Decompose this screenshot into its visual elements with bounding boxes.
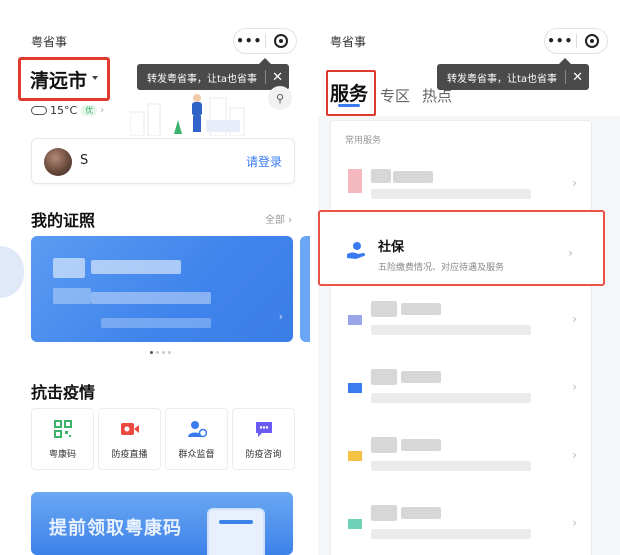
share-tooltip: 转发粤省事，让ta也省事 ✕ (437, 58, 589, 90)
blurred-content (401, 507, 441, 519)
service-icon (348, 451, 362, 461)
blurred-content (371, 369, 397, 385)
user-check-icon (166, 419, 227, 439)
chevron-right-icon: › (568, 246, 573, 260)
service-live[interactable]: 防疫直播 (98, 408, 161, 470)
blurred-content (371, 505, 397, 521)
tab-zones[interactable]: 专区 (380, 85, 410, 106)
avatar (44, 148, 72, 176)
chevron-right-icon: › (572, 448, 577, 462)
tooltip-close-icon[interactable]: ✕ (572, 70, 583, 85)
chevron-right-icon: › (100, 105, 105, 116)
list-item[interactable]: › (331, 355, 593, 421)
more-icon[interactable]: ••• (234, 34, 265, 48)
service-description: 五险缴费情况、对应待遇及服务 (378, 263, 505, 273)
chevron-right-icon: › (572, 312, 577, 326)
tooltip-divider (565, 70, 567, 84)
blurred-content (101, 318, 211, 328)
service-supervision[interactable]: 群众监督 (165, 408, 228, 470)
left-screen: 粤省事 ••• 清远市 转发粤省事，让ta也省事 ✕ 15°C 优 › ⚲ S … (0, 0, 310, 555)
blurred-content (371, 301, 397, 317)
blurred-content (401, 371, 441, 383)
city-skyline-illustration (130, 94, 245, 136)
tooltip-divider (265, 70, 267, 84)
blurred-content (371, 461, 531, 471)
close-mini-program-icon[interactable] (577, 34, 608, 48)
promo-banner[interactable]: 提前领取粤康码 (31, 492, 293, 555)
more-icon[interactable]: ••• (545, 34, 576, 48)
chat-bubble-icon (233, 419, 294, 439)
chevron-right-icon: › (572, 176, 577, 190)
common-services-list: 常用服务 › › › › › (330, 120, 592, 555)
service-title: 社保 (378, 240, 405, 255)
chevron-right-icon: › (572, 516, 577, 530)
user-name: S (80, 153, 89, 168)
banner-text: 提前领取粤康码 (49, 518, 182, 539)
tab-highlight-box (326, 70, 376, 116)
service-label: 粤康码 (48, 450, 76, 460)
chevron-right-icon: › (278, 310, 283, 323)
cloud-icon (31, 106, 47, 115)
certificate-card[interactable]: › (31, 236, 293, 342)
video-camera-icon (99, 419, 160, 439)
epidemic-title: 抗击疫情 (31, 383, 96, 402)
view-all-certificates-link[interactable]: 全部 › (265, 211, 292, 226)
chevron-right-icon: › (572, 380, 577, 394)
share-tooltip-text: 转发粤省事，让ta也省事 (147, 73, 258, 85)
service-icon (348, 169, 362, 193)
blurred-content (371, 393, 531, 403)
blurred-content (371, 529, 531, 539)
phone-illustration (207, 508, 265, 555)
certificates-title: 我的证照 (31, 211, 96, 230)
carousel-indicator (150, 351, 171, 354)
air-quality-badge: 优 (81, 105, 98, 116)
service-label: 防疫直播 (111, 450, 148, 460)
list-item[interactable]: › (331, 423, 593, 489)
list-item[interactable]: › (331, 287, 593, 353)
service-icon (348, 519, 362, 529)
service-icon (348, 315, 362, 325)
service-label: 防疫咨询 (245, 450, 282, 460)
qr-code-icon (32, 419, 93, 439)
blurred-content (371, 169, 391, 183)
weather-widget[interactable]: 15°C 优 › (31, 104, 104, 117)
blurred-content (53, 258, 85, 278)
service-icon (348, 383, 362, 393)
list-caption: 常用服务 (345, 136, 382, 146)
list-item[interactable]: › (331, 491, 593, 555)
right-screen: 粤省事 ••• 服务 专区 热点 转发粤省事，让ta也省事 ✕ 常用服务 › ›… (318, 0, 620, 555)
blurred-content (371, 189, 531, 199)
mini-program-capsule[interactable]: ••• (233, 28, 297, 54)
social-security-item[interactable]: 社保 五险缴费情况、对应待遇及服务 › (318, 210, 605, 286)
next-certificate-card[interactable] (300, 236, 310, 342)
list-item[interactable]: › (331, 151, 593, 217)
epidemic-services: 粤康码 防疫直播 群众监督 防疫咨询 (31, 408, 295, 470)
service-label: 群众监督 (178, 450, 215, 460)
service-consult[interactable]: 防疫咨询 (232, 408, 295, 470)
mini-program-capsule[interactable]: ••• (544, 28, 608, 54)
tooltip-close-icon[interactable]: ✕ (272, 70, 283, 85)
blurred-content (371, 325, 531, 335)
blurred-content (393, 171, 433, 183)
blurred-content (401, 439, 441, 451)
search-icon[interactable]: ⚲ (268, 86, 292, 110)
close-mini-program-icon[interactable] (266, 34, 297, 48)
blurred-content (91, 292, 211, 304)
temperature: 15°C (50, 104, 78, 117)
app-title: 粤省事 (330, 35, 367, 49)
service-yuekangma[interactable]: 粤康码 (31, 408, 94, 470)
user-card[interactable]: S 请登录 (31, 138, 295, 184)
app-title: 粤省事 (31, 35, 68, 49)
share-tooltip-text: 转发粤省事，让ta也省事 (447, 73, 558, 85)
blurred-content (91, 260, 181, 274)
social-security-hand-icon (347, 242, 366, 259)
city-selector[interactable]: 清远市 (30, 66, 87, 93)
caret-down-icon[interactable] (92, 76, 98, 80)
blurred-content (371, 437, 397, 453)
login-link[interactable]: 请登录 (246, 153, 282, 170)
blurred-content (53, 288, 91, 304)
share-tooltip: 转发粤省事，让ta也省事 ✕ (137, 58, 289, 90)
blurred-content (401, 303, 441, 315)
decorative-blob (0, 246, 24, 298)
